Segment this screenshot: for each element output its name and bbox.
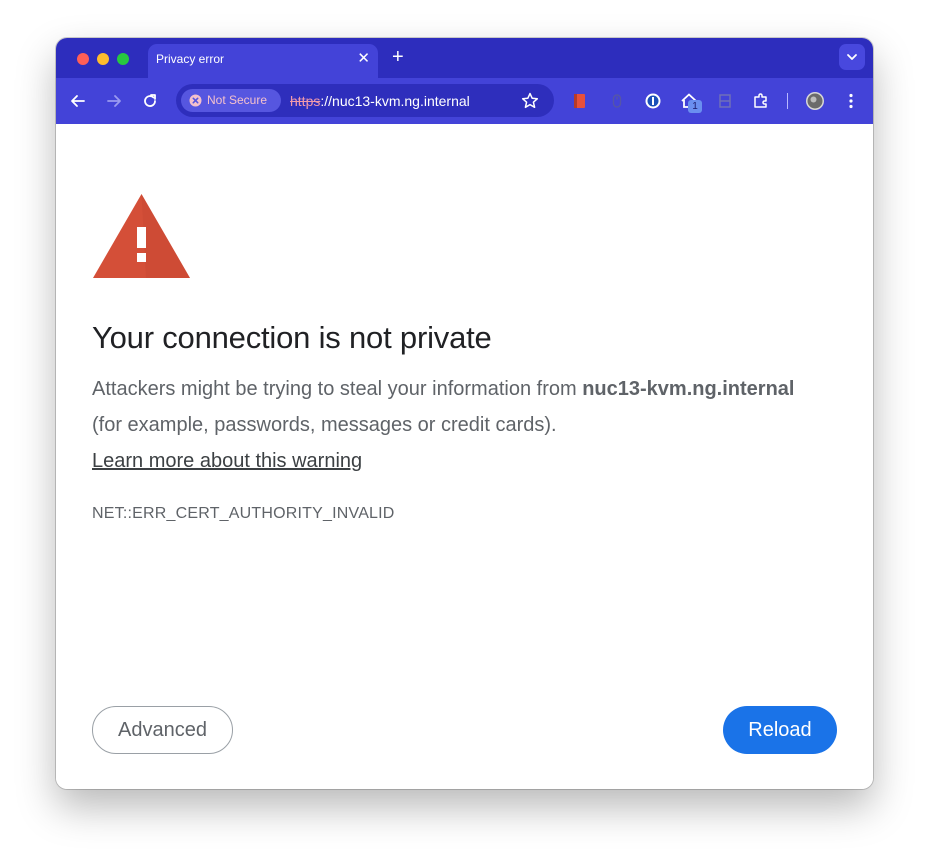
close-window-button[interactable] bbox=[77, 53, 89, 65]
maximize-window-button[interactable] bbox=[117, 53, 129, 65]
url-scheme: https bbox=[290, 93, 321, 109]
more-menu-icon[interactable] bbox=[841, 91, 861, 111]
book-extension-icon[interactable] bbox=[570, 91, 590, 111]
error-code: NET::ERR_CERT_AUTHORITY_INVALID bbox=[92, 505, 395, 522]
description-text-end: (for example, passwords, messages or cre… bbox=[92, 414, 557, 436]
tab-search-button[interactable] bbox=[839, 44, 865, 70]
learn-more-link[interactable]: Learn more about this warning bbox=[92, 450, 362, 472]
password-manager-icon[interactable] bbox=[643, 91, 663, 111]
avatar[interactable] bbox=[805, 91, 825, 111]
page-title: Your connection is not private bbox=[92, 320, 492, 355]
forward-button[interactable] bbox=[104, 91, 124, 111]
reload-toolbar-button[interactable] bbox=[140, 91, 160, 111]
advanced-button[interactable]: Advanced bbox=[92, 706, 233, 754]
tab-strip: Privacy error ✕ + bbox=[56, 38, 873, 78]
not-secure-icon bbox=[189, 94, 202, 107]
mouse-extension-icon[interactable] bbox=[607, 91, 627, 111]
warning-description: Attackers might be trying to steal your … bbox=[92, 371, 802, 479]
close-icon[interactable]: ✕ bbox=[357, 50, 370, 68]
address-bar[interactable]: Not Secure https://nuc13-kvm.ng.internal bbox=[176, 84, 554, 117]
security-chip-label: Not Secure bbox=[207, 93, 268, 107]
arrow-left-icon bbox=[71, 95, 85, 107]
warning-icon bbox=[93, 194, 190, 278]
description-host: nuc13-kvm.ng.internal bbox=[582, 378, 795, 400]
tab-privacy-error[interactable]: Privacy error ✕ bbox=[148, 44, 378, 78]
chevron-down-icon bbox=[847, 54, 857, 60]
plus-icon[interactable]: + bbox=[392, 46, 404, 68]
url-text[interactable]: https://nuc13-kvm.ng.internal bbox=[290, 93, 470, 109]
reload-icon bbox=[144, 94, 156, 107]
star-icon[interactable] bbox=[520, 91, 540, 111]
minimize-window-button[interactable] bbox=[97, 53, 109, 65]
security-chip[interactable]: Not Secure bbox=[181, 89, 281, 112]
tab-title: Privacy error bbox=[156, 52, 225, 66]
page-content: Your connection is not private Attackers… bbox=[56, 124, 873, 789]
description-text: Attackers might be trying to steal your … bbox=[92, 378, 583, 400]
reload-button[interactable]: Reload bbox=[723, 706, 837, 754]
puzzle-icon[interactable] bbox=[751, 91, 771, 111]
arrow-right-icon bbox=[107, 95, 121, 107]
clipboard-extension-icon[interactable] bbox=[715, 91, 735, 111]
extension-badge: 1 bbox=[688, 100, 702, 113]
url-host: ://nuc13-kvm.ng.internal bbox=[320, 93, 470, 109]
toolbar-divider bbox=[787, 93, 788, 109]
browser-window: Privacy error ✕ + Not Secure https://nuc… bbox=[56, 38, 873, 789]
back-button[interactable] bbox=[68, 91, 88, 111]
toolbar: Not Secure https://nuc13-kvm.ng.internal… bbox=[56, 78, 873, 124]
